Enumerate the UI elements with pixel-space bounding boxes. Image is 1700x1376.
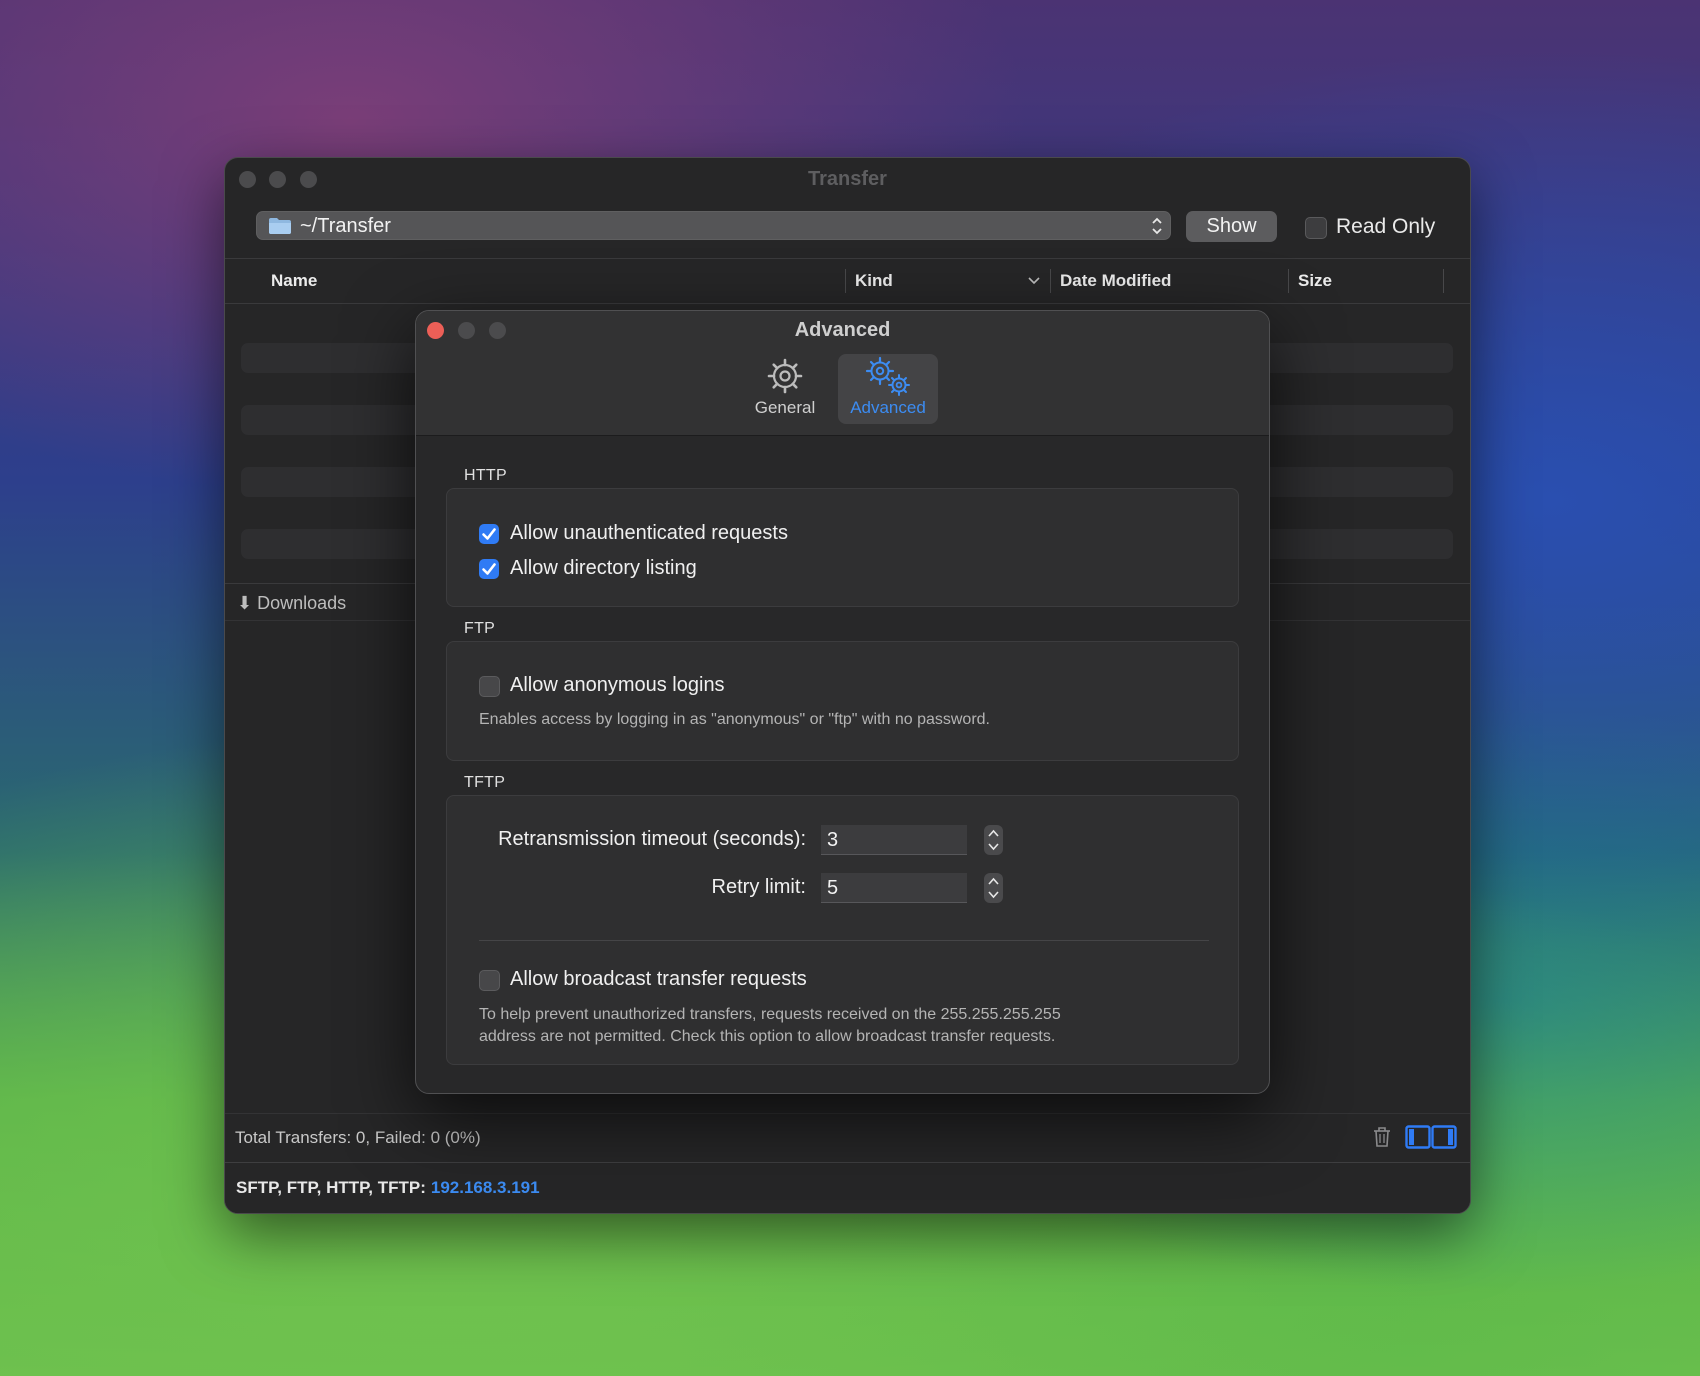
protocols-text: SFTP, FTP, HTTP, TFTP: 192.168.3.191 xyxy=(236,1178,540,1198)
title-bar: Transfer xyxy=(225,158,1470,200)
show-button[interactable]: Show xyxy=(1186,211,1277,242)
arrow-down-icon: ⬇ xyxy=(237,593,253,613)
window-title: Transfer xyxy=(808,168,887,190)
ftp-group: Allow anonymous logins Enables access by… xyxy=(446,641,1239,761)
column-kind[interactable]: Kind xyxy=(855,271,893,291)
stepper-icon xyxy=(988,877,999,899)
retry-limit-label: Retry limit: xyxy=(711,876,806,898)
tab-general-label: General xyxy=(754,398,816,417)
retry-limit-stepper[interactable] xyxy=(984,873,1003,903)
timeout-field[interactable]: 3 xyxy=(821,825,967,855)
totals-text: Total Transfers: 0, Failed: 0 (0%) xyxy=(235,1128,481,1147)
unauthenticated-label[interactable]: Allow unauthenticated requests xyxy=(510,522,788,545)
dialog-toolbar: Advanced General Advanced xyxy=(416,311,1269,436)
timeout-stepper[interactable] xyxy=(984,825,1003,855)
http-section-label: HTTP xyxy=(464,467,507,484)
broadcast-hint-line-2: address are not permitted. Check this op… xyxy=(479,1028,1056,1045)
column-size[interactable]: Size xyxy=(1298,271,1332,291)
read-only-checkbox[interactable] xyxy=(1305,217,1327,239)
column-divider[interactable] xyxy=(1443,269,1444,293)
checkmark-icon xyxy=(482,528,496,540)
address-bar: SFTP, FTP, HTTP, TFTP: 192.168.3.191 xyxy=(225,1162,1470,1213)
column-divider[interactable] xyxy=(1288,269,1289,293)
column-name[interactable]: Name xyxy=(271,271,317,291)
column-date-modified[interactable]: Date Modified xyxy=(1060,271,1171,291)
gear-icon xyxy=(767,358,803,394)
trash-icon[interactable] xyxy=(1372,1126,1392,1148)
directory-listing-label[interactable]: Allow directory listing xyxy=(510,557,697,580)
tab-advanced[interactable]: Advanced xyxy=(838,354,938,424)
stepper-icon xyxy=(988,829,999,851)
timeout-label: Retransmission timeout (seconds): xyxy=(498,828,806,850)
checkmark-icon xyxy=(482,563,496,575)
advanced-dialog: Advanced General Advanced HTTP Allow una… xyxy=(415,310,1270,1094)
tftp-group: Retransmission timeout (seconds): 3 Retr… xyxy=(446,795,1239,1065)
read-only-label: Read Only xyxy=(1336,215,1436,238)
downloads-label: Downloads xyxy=(257,593,347,613)
broadcast-hint-line-1: To help prevent unauthorized transfers, … xyxy=(479,1006,1061,1023)
downloads-header: ⬇ Downloads xyxy=(237,593,346,614)
dialog-title: Advanced xyxy=(794,319,891,341)
column-divider[interactable] xyxy=(1050,269,1051,293)
layout-toggle-icon[interactable] xyxy=(1405,1125,1457,1149)
directory-listing-checkbox[interactable] xyxy=(479,559,499,579)
http-group: Allow unauthenticated requests Allow dir… xyxy=(446,488,1239,607)
anonymous-logins-label[interactable]: Allow anonymous logins xyxy=(510,674,725,697)
path-text: ~/Transfer xyxy=(300,215,391,237)
protocols-label: SFTP, FTP, HTTP, TFTP: xyxy=(236,1178,426,1197)
gears-icon xyxy=(865,356,910,396)
unauthenticated-checkbox[interactable] xyxy=(479,524,499,544)
toolbar: ~/Transfer Show Read Only xyxy=(225,200,1470,254)
tab-advanced-label: Advanced xyxy=(850,398,926,417)
divider xyxy=(479,940,1209,941)
ip-address-link[interactable]: 192.168.3.191 xyxy=(431,1178,540,1197)
broadcast-checkbox[interactable] xyxy=(479,970,500,991)
anonymous-logins-hint: Enables access by logging in as "anonymo… xyxy=(479,711,990,728)
anonymous-logins-checkbox[interactable] xyxy=(479,676,500,697)
ftp-section-label: FTP xyxy=(464,620,496,637)
folder-icon xyxy=(269,218,291,234)
transfer-status-bar: Total Transfers: 0, Failed: 0 (0%) xyxy=(225,1113,1470,1162)
chevron-updown-icon xyxy=(1152,217,1162,235)
retry-limit-field[interactable]: 5 xyxy=(821,873,967,903)
column-divider[interactable] xyxy=(845,269,846,293)
column-header: Name Kind Date Modified Size xyxy=(225,258,1470,304)
chevron-down-icon xyxy=(1028,277,1040,285)
tab-general[interactable]: General xyxy=(748,354,822,424)
broadcast-label[interactable]: Allow broadcast transfer requests xyxy=(510,968,807,991)
path-popup[interactable]: ~/Transfer xyxy=(256,211,1171,240)
tftp-section-label: TFTP xyxy=(464,774,506,791)
